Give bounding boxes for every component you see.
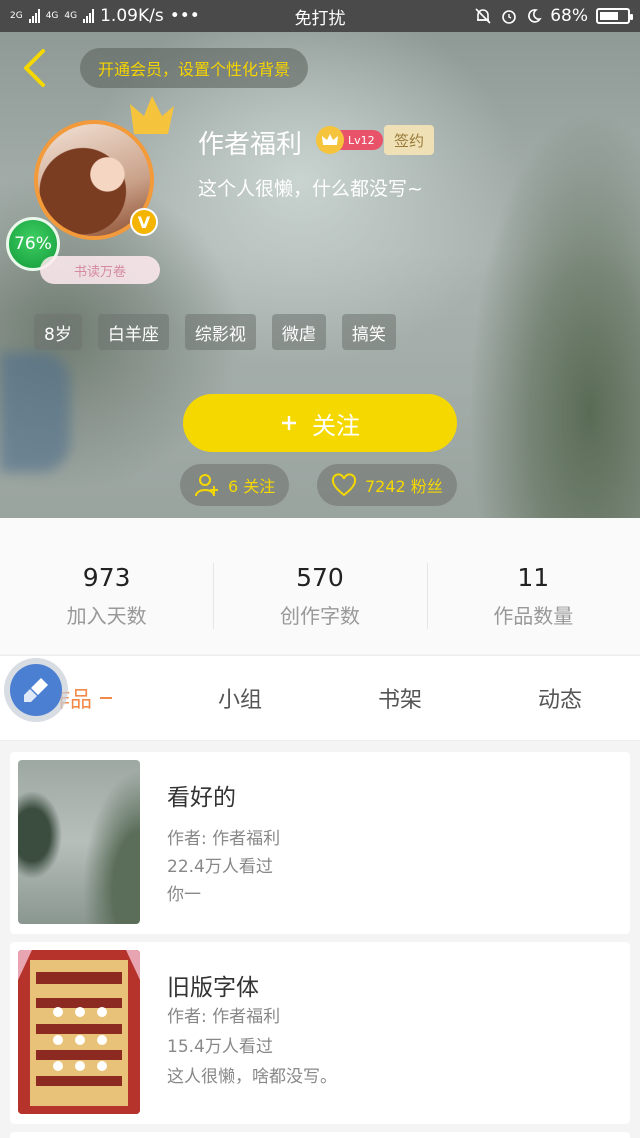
floating-clean-button[interactable]: [4, 658, 68, 722]
work-cover-image: [18, 950, 140, 1114]
heart-icon: [331, 473, 357, 497]
vip-background-prompt[interactable]: 开通会员，设置个性化背景: [80, 48, 309, 88]
stats-bar: 973 加入天数 570 创作字数 11 作品数量: [0, 518, 640, 654]
crown-icon: [130, 96, 174, 134]
tab-activity[interactable]: 动态: [480, 656, 640, 740]
status-bar: 2G 4G 4G 1.09K/s ••• 免打扰 68%: [0, 0, 640, 32]
tab-groups[interactable]: 小组: [160, 656, 320, 740]
stat-label: 加入天数: [66, 604, 147, 628]
work-card[interactable]: 旧版字体 作者: 作者福利 15.4万人看过 这人很懒，啥都没写。: [10, 942, 630, 1124]
work-cover-image: [18, 760, 140, 924]
moon-icon: [528, 9, 542, 23]
signed-badge: 签约: [384, 125, 434, 155]
signal-icon: [83, 9, 95, 23]
tab-bar: 作品 小组 书架 动态: [0, 655, 640, 741]
work-card[interactable]: 看好的 作者: 作者福利 22.4万人看过 你一: [10, 752, 630, 934]
plus-icon: [282, 416, 296, 430]
stat-label: 作品数量: [493, 604, 574, 628]
network-speed: 1.09K/s: [100, 6, 164, 26]
work-card[interactable]: [10, 1132, 630, 1138]
more-dots: •••: [169, 6, 200, 26]
work-author: 作者: 作者福利: [167, 829, 281, 849]
signal-icon: [28, 9, 40, 23]
profile-header: 开通会员，设置个性化背景 V 76% 书读万卷 作者福利 Lv12 签约 这个人…: [0, 32, 640, 518]
work-description: 你一: [167, 885, 201, 905]
tag: 白羊座: [97, 314, 169, 350]
crown-small-icon: [316, 126, 344, 154]
tab-label: 动态: [537, 688, 582, 713]
tab-label: 书架: [377, 688, 422, 713]
user-bio: 这个人很懒，什么都没写~: [198, 178, 423, 200]
stat-value: 973: [82, 563, 131, 592]
stat-label: 创作字数: [279, 604, 360, 628]
active-tab-indicator: [100, 697, 112, 699]
work-author: 作者: 作者福利: [167, 1007, 281, 1027]
back-button[interactable]: [14, 46, 54, 90]
tag-list: 8岁 白羊座 综影视 微虐 搞笑: [34, 314, 396, 350]
battery-icon: [596, 8, 633, 24]
brush-icon: [10, 664, 62, 716]
follow-button[interactable]: 关注: [183, 394, 457, 452]
tag: 综影视: [184, 314, 256, 350]
work-views: 15.4万人看过: [167, 1037, 273, 1057]
network-type-label: 2G: [10, 10, 23, 21]
follow-button-label: 关注: [312, 411, 360, 440]
stat-works-count: 11 作品数量: [426, 563, 640, 629]
network-type-label: 4G: [64, 10, 78, 21]
bell-off-icon: [475, 8, 491, 24]
fans-count-button[interactable]: 7242 粉丝: [317, 464, 457, 506]
chevron-left-icon: [24, 49, 45, 87]
title-badge: 书读万卷: [40, 256, 160, 284]
avatar[interactable]: V: [34, 96, 174, 240]
tag: 微虐: [271, 314, 326, 350]
battery-percent: 68%: [550, 6, 588, 26]
tab-bookshelf[interactable]: 书架: [320, 656, 480, 740]
work-description: 这人很懒，啥都没写。: [167, 1067, 337, 1087]
work-views: 22.4万人看过: [167, 857, 273, 877]
tag: 搞笑: [341, 314, 396, 350]
following-count: 6 关注: [228, 477, 276, 496]
stat-value: 570: [296, 563, 344, 592]
level-label: Lv12: [338, 130, 383, 150]
work-title: 旧版字体: [167, 975, 259, 1001]
stat-word-count: 570 创作字数: [213, 563, 426, 629]
work-title: 看好的: [167, 785, 236, 811]
user-add-icon: [195, 474, 218, 497]
stat-value: 11: [517, 563, 550, 592]
following-count-button[interactable]: 6 关注: [180, 464, 290, 506]
tag: 8岁: [34, 314, 82, 350]
stat-join-days: 973 加入天数: [0, 563, 213, 629]
verified-badge: V: [130, 208, 158, 236]
alarm-icon: [502, 10, 517, 24]
fans-count: 7242 粉丝: [365, 477, 443, 496]
network-type-label: 4G: [45, 10, 59, 21]
level-badge: Lv12: [316, 126, 383, 154]
tab-label: 小组: [217, 688, 262, 713]
user-name: 作者福利: [198, 130, 303, 160]
